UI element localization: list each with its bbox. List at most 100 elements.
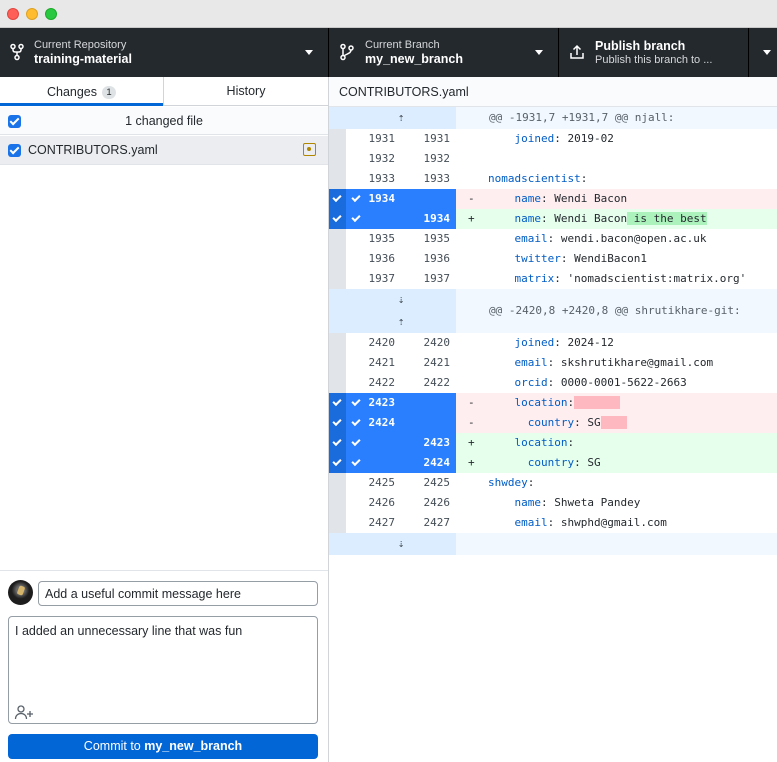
line-select-column[interactable]	[329, 453, 346, 473]
add-coauthor-icon[interactable]	[14, 704, 34, 720]
current-repository-label: Current Repository	[34, 39, 127, 51]
tab-history[interactable]: History	[163, 77, 328, 106]
old-line-number: 1937	[368, 272, 396, 285]
maximize-window-button[interactable]	[45, 8, 57, 20]
line-gutter: 2425 2425	[329, 473, 456, 493]
new-line-number: 2422	[423, 376, 451, 389]
checkmark-icon	[332, 456, 342, 467]
minimize-window-button[interactable]	[26, 8, 38, 20]
diff-line: 1933 1933 nomadscientist:	[329, 169, 777, 189]
yaml-key: name	[488, 496, 541, 509]
yaml-key: name	[488, 192, 541, 205]
commit-button[interactable]: Commit to my_new_branch	[8, 734, 318, 759]
old-line-number: 1936	[368, 252, 396, 265]
expand-down-icon[interactable]: ⇣	[346, 289, 456, 311]
line-select-column	[329, 493, 346, 513]
line-content: email: skshrutikhare@gmail.com	[456, 353, 777, 373]
expand-up-icon[interactable]: ⇡	[346, 311, 456, 333]
line-gutter[interactable]: 2424	[329, 453, 456, 473]
yaml-value: SG	[580, 456, 601, 469]
hunk-header: ⇡ @@ -1931,7 +1931,7 @@ njall:	[329, 107, 777, 129]
line-select-column[interactable]	[329, 189, 346, 209]
line-gutter[interactable]: 2424	[329, 413, 456, 433]
line-select-column	[329, 169, 346, 189]
yaml-colon: :	[554, 272, 561, 285]
new-line-number: 1934	[423, 212, 451, 225]
diff-line[interactable]: 2424 - country: SG	[329, 413, 777, 433]
yaml-colon: :	[574, 416, 581, 429]
diff-line[interactable]: 2423 + location:	[329, 433, 777, 453]
checkmark-icon	[332, 436, 342, 447]
publish-options-button[interactable]	[749, 28, 777, 77]
diff-body: ⇡ @@ -1931,7 +1931,7 @@ njall: 1931 1931 jo…	[329, 107, 777, 555]
diff-marker: -	[468, 192, 475, 205]
branch-icon	[340, 43, 354, 61]
expand-down-icon[interactable]: ⇣	[346, 533, 456, 555]
line-content: joined: 2019-02	[456, 129, 777, 149]
diff-line: 1931 1931 joined: 2019-02	[329, 129, 777, 149]
diff-line[interactable]: 1934 + name: Wendi Bacon is the best	[329, 209, 777, 229]
commit-summary-input[interactable]	[38, 581, 318, 606]
publish-branch-button[interactable]: Publish branch Publish this branch to ..…	[559, 28, 749, 77]
file-modified-icon	[303, 143, 316, 156]
line-select-column	[329, 373, 346, 393]
diff-line[interactable]: 1934 - name: Wendi Bacon	[329, 189, 777, 209]
line-select-column[interactable]	[329, 433, 346, 453]
yaml-key: orcid	[488, 376, 548, 389]
line-gutter[interactable]: 1934	[329, 189, 456, 209]
file-include-checkbox[interactable]	[8, 144, 21, 157]
hunk-header: ⇣	[329, 533, 777, 555]
line-content: joined: 2024-12	[456, 333, 777, 353]
diff-line: 1932 1932	[329, 149, 777, 169]
yaml-key: joined	[488, 336, 555, 349]
publish-branch-description: Publish this branch to ...	[595, 54, 713, 66]
line-select-column[interactable]	[329, 209, 346, 229]
yaml-colon: :	[554, 132, 561, 145]
line-select-column	[329, 513, 346, 533]
line-gutter[interactable]: 1934	[329, 209, 456, 229]
file-list-item[interactable]: CONTRIBUTORS.yaml	[0, 136, 328, 165]
diff-file-path: CONTRIBUTORS.yaml	[339, 85, 469, 99]
old-line-number	[346, 433, 401, 453]
yaml-colon: :	[567, 436, 575, 449]
yaml-key: country	[488, 416, 575, 429]
current-repository-button[interactable]: Current Repository training-material	[0, 28, 329, 77]
current-branch-button[interactable]: Current Branch my_new_branch	[329, 28, 559, 77]
toolbar: Current Repository training-material Cur…	[0, 28, 777, 77]
line-content	[456, 149, 777, 169]
tab-changes[interactable]: Changes 1	[0, 77, 163, 106]
diff-line[interactable]: 2423 - location:	[329, 393, 777, 413]
diff-marker: +	[468, 212, 475, 225]
expand-up-icon[interactable]: ⇡	[346, 107, 456, 129]
diff-line: 2425 2425 shwdey:	[329, 473, 777, 493]
line-gutter[interactable]: 2423	[329, 393, 456, 413]
commit-description-input[interactable]: I added an unnecessary line that was fun	[9, 617, 317, 697]
yaml-value: 2024-12	[560, 336, 614, 349]
diff-line: 2426 2426 name: Shweta Pandey	[329, 493, 777, 513]
line-content: matrix: 'nomadscientist:matrix.org'	[456, 269, 777, 289]
yaml-colon: :	[540, 212, 548, 225]
upload-icon	[570, 44, 584, 59]
line-content: + name: Wendi Bacon is the best	[456, 209, 777, 229]
checkmark-icon	[332, 396, 342, 407]
line-content: email: shwphd@gmail.com	[456, 513, 777, 533]
line-select-column	[329, 149, 346, 169]
line-select-column[interactable]	[329, 413, 346, 433]
yaml-key: nomadscientist	[488, 172, 581, 185]
file-name: CONTRIBUTORS.yaml	[28, 143, 158, 157]
yaml-key: country	[488, 456, 575, 469]
hunk-header-label: @@ -1931,7 +1931,7 @@ njall:	[489, 111, 675, 124]
line-gutter[interactable]: 2423	[329, 433, 456, 453]
current-repository-name: training-material	[34, 52, 132, 66]
new-line-number: 2426	[423, 496, 451, 509]
close-window-button[interactable]	[7, 8, 19, 20]
yaml-value: Wendi Bacon	[547, 212, 628, 225]
yaml-key: shwdey	[488, 476, 528, 489]
line-content: + country: SG	[456, 453, 777, 473]
new-line-number	[401, 393, 456, 413]
diff-line[interactable]: 2424 + country: SG	[329, 453, 777, 473]
line-select-column[interactable]	[329, 393, 346, 413]
new-line-number: 1935	[423, 232, 451, 245]
yaml-value: SG	[580, 416, 601, 429]
line-content: name: Shweta Pandey	[456, 493, 777, 513]
